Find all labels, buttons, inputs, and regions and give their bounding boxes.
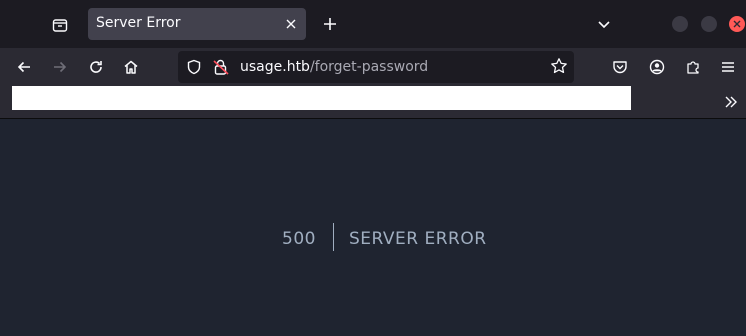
url-path: /forget-password [309,59,429,75]
account-icon[interactable] [645,55,669,79]
arrow-right-icon[interactable] [48,55,72,79]
window-maximize-button[interactable] [701,16,717,32]
reload-icon[interactable] [84,55,108,79]
window-close-button[interactable] [729,16,745,32]
lock-insecure-icon[interactable] [212,58,230,76]
tab-list-icon[interactable] [46,12,74,38]
page-content: 500 SERVER ERROR [0,119,746,336]
close-icon[interactable] [282,15,300,33]
tab-title: Server Error [96,15,181,31]
bookmarks-strip [12,86,631,110]
url-bar[interactable]: usage.htb/forget-password [178,51,574,83]
puzzle-icon[interactable] [681,55,705,79]
shield-icon[interactable] [186,59,202,75]
hamburger-icon[interactable] [716,55,740,79]
error-message: SERVER ERROR [349,229,487,249]
plus-icon[interactable] [318,12,342,36]
chevron-down-icon[interactable] [592,12,616,36]
error-code: 500 [282,229,316,249]
url-text[interactable]: usage.htb/forget-password [240,59,428,75]
arrow-left-icon[interactable] [12,55,36,79]
home-icon[interactable] [119,55,143,79]
tab-server-error[interactable]: Server Error [88,8,306,40]
url-host: usage.htb [240,59,310,75]
double-chevron-right-icon[interactable] [722,93,740,111]
bookmarks-toolbar [0,86,746,119]
navigation-toolbar: usage.htb/forget-password [0,48,746,86]
window-minimize-button[interactable] [672,16,688,32]
error-divider [333,223,334,251]
title-bar: Server Error [0,0,746,48]
pocket-icon[interactable] [608,55,632,79]
star-icon[interactable] [550,57,568,75]
